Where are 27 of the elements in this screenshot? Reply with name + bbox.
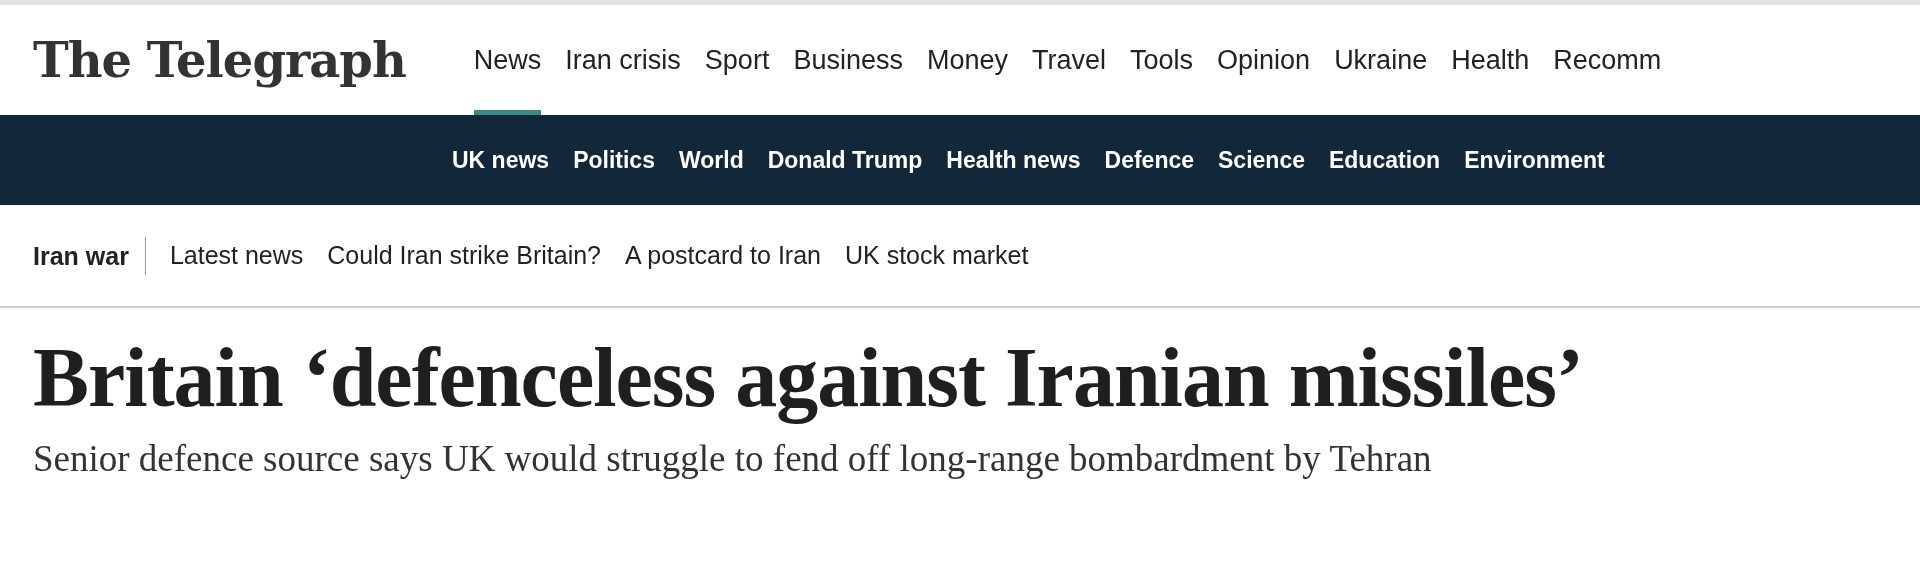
section-link[interactable]: Education <box>1328 142 1441 178</box>
nav-tab[interactable]: Opinion <box>1217 5 1311 115</box>
nav-tab[interactable]: Money <box>926 5 1008 115</box>
nav-tab[interactable]: Ukraine <box>1334 5 1428 115</box>
section-link[interactable]: World <box>678 142 744 178</box>
headline: Britain ‘defenceless against Iranian missiles’ <box>33 330 1584 426</box>
section-link[interactable]: Environment <box>1464 142 1605 178</box>
nav-tab[interactable]: Tools <box>1130 5 1194 115</box>
topic-link[interactable]: A postcard to Iran <box>625 236 821 275</box>
nav-tab[interactable]: Recomm <box>1553 5 1662 115</box>
section-link[interactable]: UK news <box>452 142 550 178</box>
standfirst: Senior defence source says UK would struggle to fend off long-range bombardment by Tehran <box>33 436 1433 481</box>
topic-title: Iran war <box>33 236 146 275</box>
topic-link[interactable]: UK stock market <box>845 236 1029 275</box>
nav-tab[interactable]: Travel <box>1032 5 1106 115</box>
nav-tab[interactable]: Health <box>1451 5 1530 115</box>
topic-link[interactable]: Could Iran strike Britain? <box>327 236 602 275</box>
nav-tab[interactable]: Business <box>793 5 903 115</box>
section-link[interactable]: Donald Trump <box>767 142 923 178</box>
section-link[interactable]: Defence <box>1104 142 1194 178</box>
section-link[interactable]: Politics <box>573 142 655 178</box>
section-link[interactable]: Science <box>1218 142 1305 178</box>
section-link[interactable]: Health news <box>946 142 1081 178</box>
nav-tab[interactable]: Sport <box>704 5 770 115</box>
topic-link[interactable]: Latest news <box>169 236 304 275</box>
logo[interactable]: The Telegraph <box>33 24 406 96</box>
nav-tab[interactable]: Iran crisis <box>565 5 681 115</box>
